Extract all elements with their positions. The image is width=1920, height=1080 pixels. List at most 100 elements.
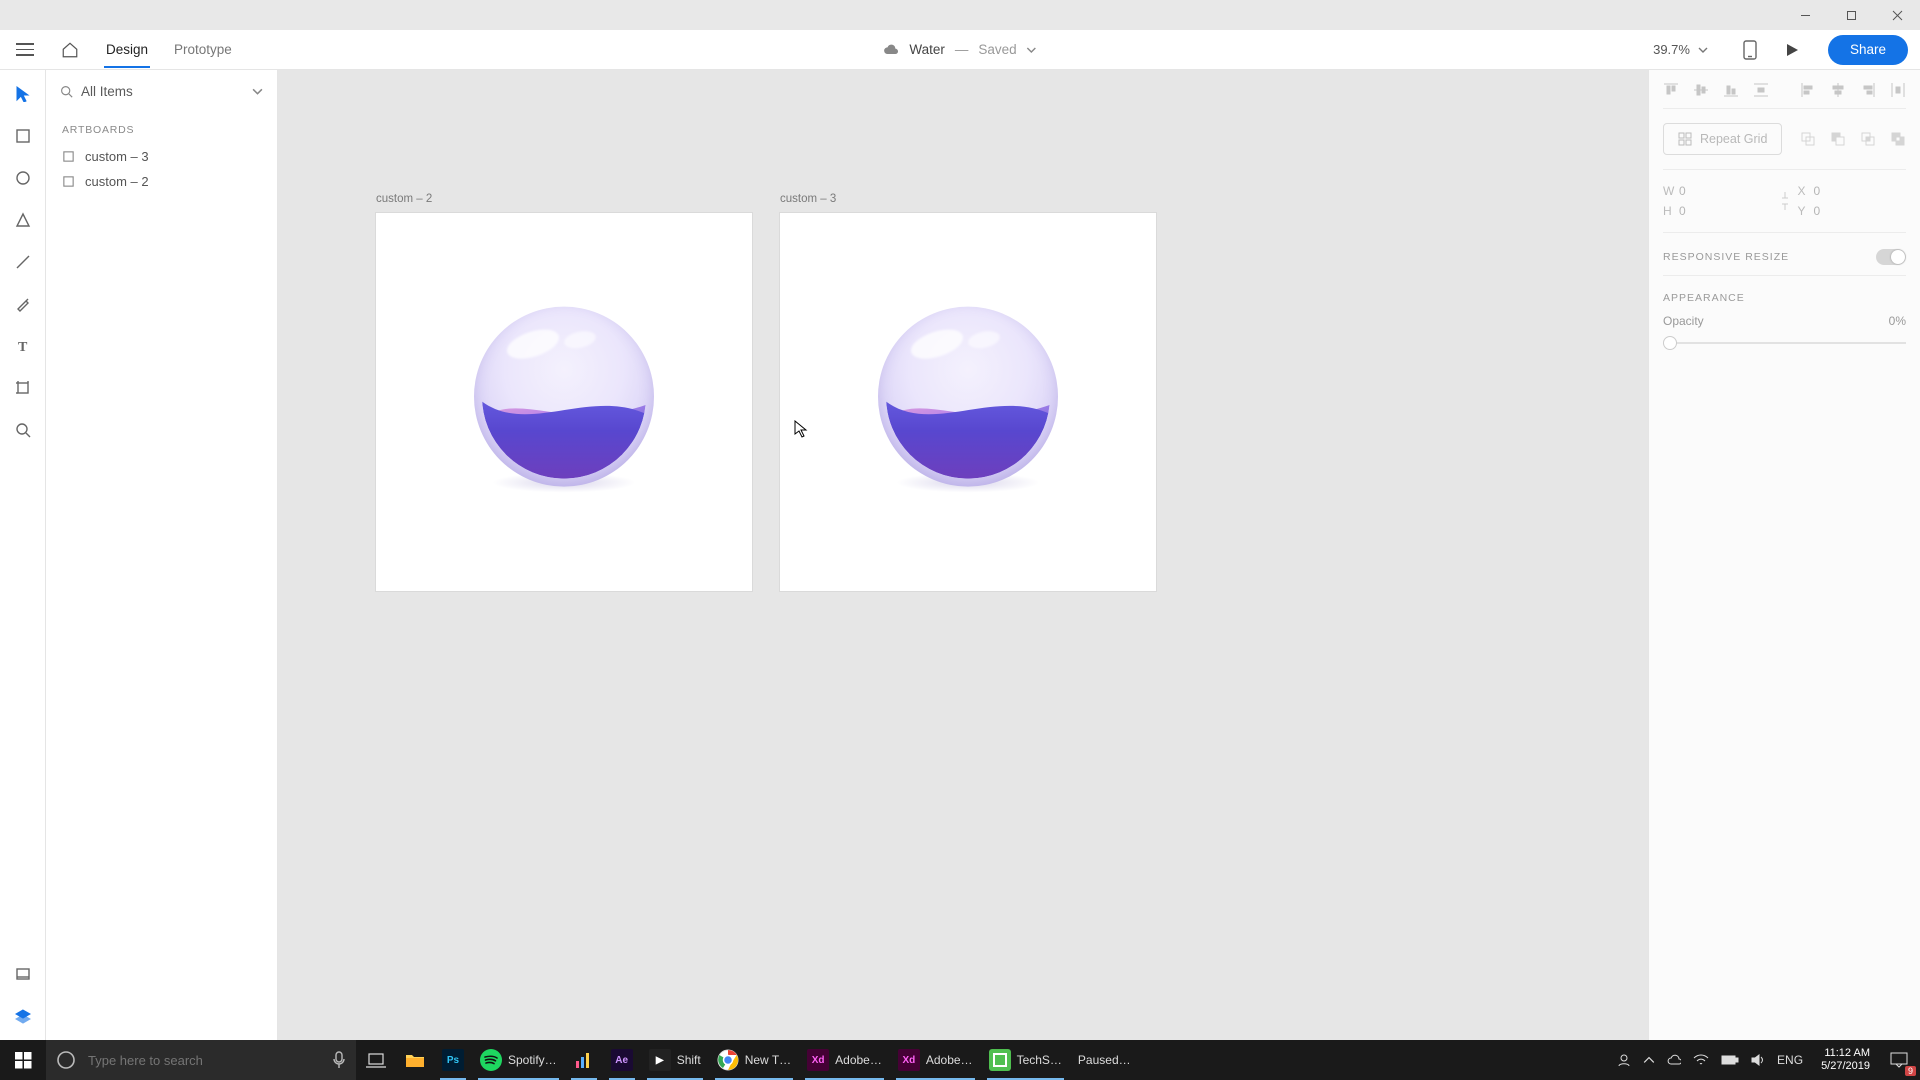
align-hcenter-icon[interactable] [1830, 82, 1846, 98]
water-orb[interactable] [474, 307, 654, 487]
start-button[interactable] [0, 1040, 46, 1080]
chevron-down-icon[interactable] [1027, 45, 1037, 55]
text-tool[interactable]: T [13, 336, 33, 356]
taskbar-app-photoshop[interactable]: Ps [434, 1040, 472, 1080]
distribute-h-icon[interactable] [1890, 82, 1906, 98]
document-title[interactable]: Water — Saved [883, 42, 1036, 57]
title-separator: — [955, 42, 969, 57]
layer-item[interactable]: custom – 2 [46, 169, 277, 194]
select-tool[interactable] [13, 84, 33, 104]
layers-panel: All Items ARTBOARDS custom – 3 custom – … [46, 70, 278, 1040]
taskbar-search[interactable] [46, 1040, 356, 1080]
bool-add-icon[interactable] [1800, 131, 1816, 147]
bool-subtract-icon[interactable] [1830, 131, 1846, 147]
layers-filter[interactable]: All Items [46, 78, 277, 106]
artboard-label[interactable]: custom – 2 [376, 193, 432, 205]
notification-badge: 9 [1905, 1066, 1916, 1076]
rectangle-tool[interactable] [13, 126, 33, 146]
document-name: Water [909, 42, 945, 57]
repeat-grid-label: Repeat Grid [1700, 132, 1767, 146]
taskbar-search-input[interactable] [86, 1052, 322, 1069]
app-label: Shift [677, 1053, 701, 1067]
taskbar-paused[interactable]: Paused… [1070, 1040, 1139, 1080]
line-tool[interactable] [13, 252, 33, 272]
layers-panel-button[interactable] [13, 1006, 33, 1026]
bool-intersect-icon[interactable] [1860, 131, 1876, 147]
workspace: T All Items ARTBOARDS custom – 3 custom … [0, 70, 1920, 1040]
layer-item[interactable]: custom – 3 [46, 144, 277, 169]
artboard-label[interactable]: custom – 3 [780, 193, 836, 205]
polygon-tool[interactable] [13, 210, 33, 230]
align-bottom-icon[interactable] [1723, 82, 1739, 98]
bool-exclude-icon[interactable] [1890, 131, 1906, 147]
onedrive-icon[interactable] [1667, 1053, 1681, 1067]
window-minimize-button[interactable] [1782, 0, 1828, 30]
taskbar-app-chrome[interactable]: New T… [709, 1040, 799, 1080]
mode-tabs: Design Prototype [104, 32, 234, 67]
assets-panel-button[interactable] [13, 964, 33, 984]
play-preview-button[interactable] [1776, 34, 1808, 66]
taskbar-app-spotify[interactable]: Spotify… [472, 1040, 565, 1080]
artboard[interactable]: custom – 2 [376, 213, 752, 591]
taskbar-app-xd1[interactable]: XdAdobe… [799, 1040, 890, 1080]
wifi-icon[interactable] [1693, 1054, 1709, 1066]
align-left-icon[interactable] [1800, 82, 1816, 98]
chevron-down-icon [1698, 45, 1708, 55]
zoom-value: 39.7% [1653, 42, 1690, 57]
battery-icon[interactable] [1721, 1054, 1739, 1066]
taskbar-app-techsmith[interactable]: TechS… [981, 1040, 1070, 1080]
home-button[interactable] [54, 34, 86, 66]
app-icon: Xd [807, 1049, 829, 1071]
distribute-v-icon[interactable] [1753, 82, 1769, 98]
window-close-button[interactable] [1874, 0, 1920, 30]
task-view-button[interactable] [356, 1040, 396, 1080]
artboard-icon [62, 150, 75, 163]
people-icon[interactable] [1617, 1053, 1631, 1067]
x-field[interactable]: X0 [1798, 184, 1907, 198]
taskbar-app-ae[interactable]: Ae [603, 1040, 641, 1080]
width-field[interactable]: W0 [1663, 184, 1772, 198]
app-label: New T… [745, 1053, 791, 1067]
app-icon [480, 1049, 502, 1071]
height-field[interactable]: H0 [1663, 204, 1772, 218]
artboard-icon [62, 175, 75, 188]
app-icon: Xd [898, 1049, 920, 1071]
repeat-grid-button[interactable]: Repeat Grid [1663, 123, 1782, 155]
taskbar-app-xd2[interactable]: XdAdobe… [890, 1040, 981, 1080]
share-button[interactable]: Share [1828, 35, 1908, 65]
hamburger-menu-icon[interactable] [16, 38, 40, 62]
align-top-icon[interactable] [1663, 82, 1679, 98]
taskbar-app-explorer[interactable] [396, 1040, 434, 1080]
artboard-tool[interactable] [13, 378, 33, 398]
pen-tool[interactable] [13, 294, 33, 314]
opacity-slider[interactable] [1663, 334, 1906, 352]
ellipse-tool[interactable] [13, 168, 33, 188]
mic-icon[interactable] [332, 1051, 346, 1069]
tab-prototype[interactable]: Prototype [172, 32, 234, 67]
volume-icon[interactable] [1751, 1053, 1765, 1067]
layers-filter-label: All Items [81, 84, 252, 99]
chevron-down-icon[interactable] [252, 86, 263, 97]
chevron-up-icon[interactable] [1643, 1054, 1655, 1066]
taskbar-app-shift[interactable]: ▶ Shift [641, 1040, 709, 1080]
window-maximize-button[interactable] [1828, 0, 1874, 30]
taskbar-clock[interactable]: 11:12 AM 5/27/2019 [1813, 1047, 1878, 1073]
zoom-control[interactable]: 39.7% [1653, 42, 1708, 57]
lock-aspect-icon[interactable] [1780, 190, 1790, 212]
responsive-resize-toggle[interactable] [1876, 249, 1906, 265]
action-center-button[interactable]: 9 [1878, 1040, 1920, 1080]
canvas[interactable]: custom – 2custom – 3 [278, 70, 1648, 1040]
artboard[interactable]: custom – 3 [780, 213, 1156, 591]
tool-strip: T [0, 70, 46, 1040]
align-vcenter-icon[interactable] [1693, 82, 1709, 98]
layer-label: custom – 2 [85, 174, 149, 189]
input-language[interactable]: ENG [1777, 1053, 1803, 1067]
device-preview-button[interactable] [1734, 34, 1766, 66]
y-field[interactable]: Y0 [1798, 204, 1907, 218]
tab-design[interactable]: Design [104, 32, 150, 67]
zoom-tool[interactable] [13, 420, 33, 440]
app-icon: ▶ [649, 1049, 671, 1071]
taskbar-app-deezer[interactable] [565, 1040, 603, 1080]
align-right-icon[interactable] [1860, 82, 1876, 98]
water-orb[interactable] [878, 307, 1058, 487]
